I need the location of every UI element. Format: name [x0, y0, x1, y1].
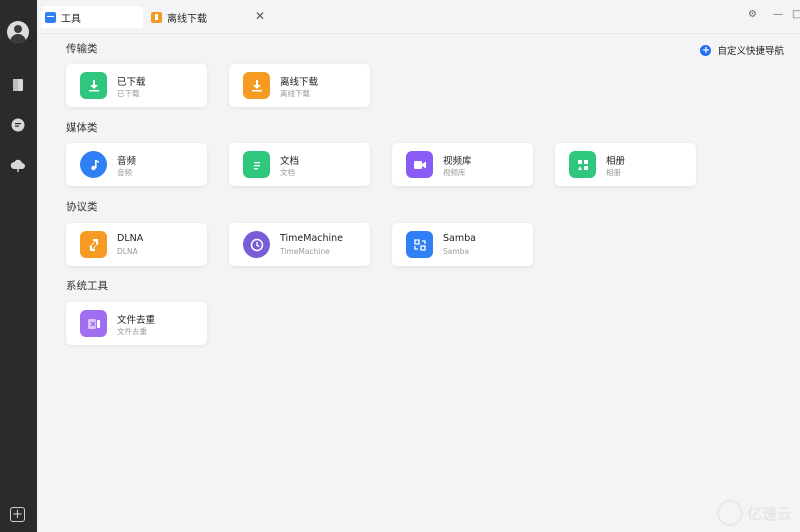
- card-subtitle: Samba: [443, 247, 470, 256]
- card-subtitle: 文件去重: [117, 327, 147, 336]
- music-icon: [80, 151, 107, 178]
- card-downloaded[interactable]: 已下载 已下载: [66, 64, 207, 107]
- card-title: DLNA: [117, 233, 144, 244]
- add-circle-icon: +: [700, 44, 712, 56]
- card-samba[interactable]: Samba Samba: [392, 223, 533, 266]
- offline-download-icon: [243, 72, 270, 99]
- toolbox-icon: [45, 11, 56, 23]
- downloaded-icon: [80, 72, 107, 99]
- section-title-media: 媒体类: [66, 122, 98, 134]
- maximize-icon[interactable]: □: [792, 9, 800, 20]
- watermark-logo: 亿速云: [716, 500, 792, 526]
- tab-bar: 工具 离线下载 ✕ ⚙ — □: [37, 0, 800, 34]
- tab-offline-download[interactable]: 离线下载 ✕: [147, 6, 271, 28]
- card-offline-download[interactable]: 离线下载 离线下载: [229, 64, 370, 107]
- card-title: Samba: [443, 233, 476, 244]
- card-title: 文件去重: [117, 315, 156, 326]
- section-title-system-tools: 系统工具: [66, 280, 108, 292]
- clock-icon: [243, 231, 270, 258]
- card-title: 相册: [606, 156, 626, 167]
- sidebar: +: [0, 0, 37, 532]
- video-icon: [406, 151, 433, 178]
- avatar-icon[interactable]: [7, 21, 29, 43]
- chat-icon[interactable]: [9, 116, 27, 134]
- card-documents[interactable]: 文档 文档: [229, 143, 370, 186]
- watermark-circle-icon: [716, 500, 743, 526]
- watermark-text: 亿速云: [746, 504, 792, 523]
- card-subtitle: 离线下载: [280, 89, 310, 98]
- card-audio[interactable]: 音频 音频: [66, 143, 207, 186]
- cloud-icon[interactable]: [9, 156, 27, 174]
- samba-icon: [406, 231, 433, 258]
- album-icon: [569, 151, 596, 178]
- document-icon: [243, 151, 270, 178]
- card-title: 文档: [280, 156, 300, 167]
- card-subtitle: 文档: [280, 168, 295, 177]
- card-title: TimeMachine: [280, 233, 344, 244]
- card-title: 视频库: [443, 156, 472, 167]
- card-title: 离线下载: [280, 77, 319, 88]
- card-subtitle: 音频: [117, 168, 132, 177]
- tab-label: 离线下载: [167, 13, 207, 25]
- card-subtitle: 相册: [606, 168, 621, 177]
- card-timemachine[interactable]: TimeMachine TimeMachine: [229, 223, 370, 266]
- tab-tools[interactable]: 工具: [41, 6, 143, 28]
- card-file-dedupe[interactable]: 文件去重 文件去重: [66, 302, 207, 345]
- card-title: 已下载: [117, 77, 146, 88]
- dedupe-icon: [80, 310, 107, 337]
- tab-label: 工具: [61, 13, 81, 25]
- card-subtitle: TimeMachine: [280, 247, 330, 256]
- card-subtitle: 已下载: [117, 89, 140, 98]
- card-dlna[interactable]: DLNA DLNA: [66, 223, 207, 266]
- card-subtitle: DLNA: [117, 247, 138, 256]
- settings-icon[interactable]: ⚙: [748, 9, 757, 20]
- card-title: 音频: [117, 156, 137, 167]
- card-video-library[interactable]: 视频库 视频库: [392, 143, 533, 186]
- section-title-protocol: 协议类: [66, 201, 98, 213]
- add-icon[interactable]: +: [10, 507, 25, 522]
- card-album[interactable]: 相册 相册: [555, 143, 696, 186]
- offline-download-icon: [151, 11, 162, 23]
- document-icon[interactable]: [9, 76, 27, 94]
- quick-nav-label: 自定义快捷导航: [717, 46, 784, 57]
- main-content: + 自定义快捷导航 传输类 已下载 已下载 离线下载 离线下载 媒体类 音频 音…: [37, 34, 800, 532]
- dlna-icon: [80, 231, 107, 258]
- card-subtitle: 视频库: [443, 168, 466, 177]
- custom-quick-nav-button[interactable]: + 自定义快捷导航: [700, 43, 784, 57]
- section-title-transfer: 传输类: [66, 43, 98, 55]
- minimize-icon[interactable]: —: [773, 9, 783, 20]
- close-icon[interactable]: ✕: [255, 9, 265, 23]
